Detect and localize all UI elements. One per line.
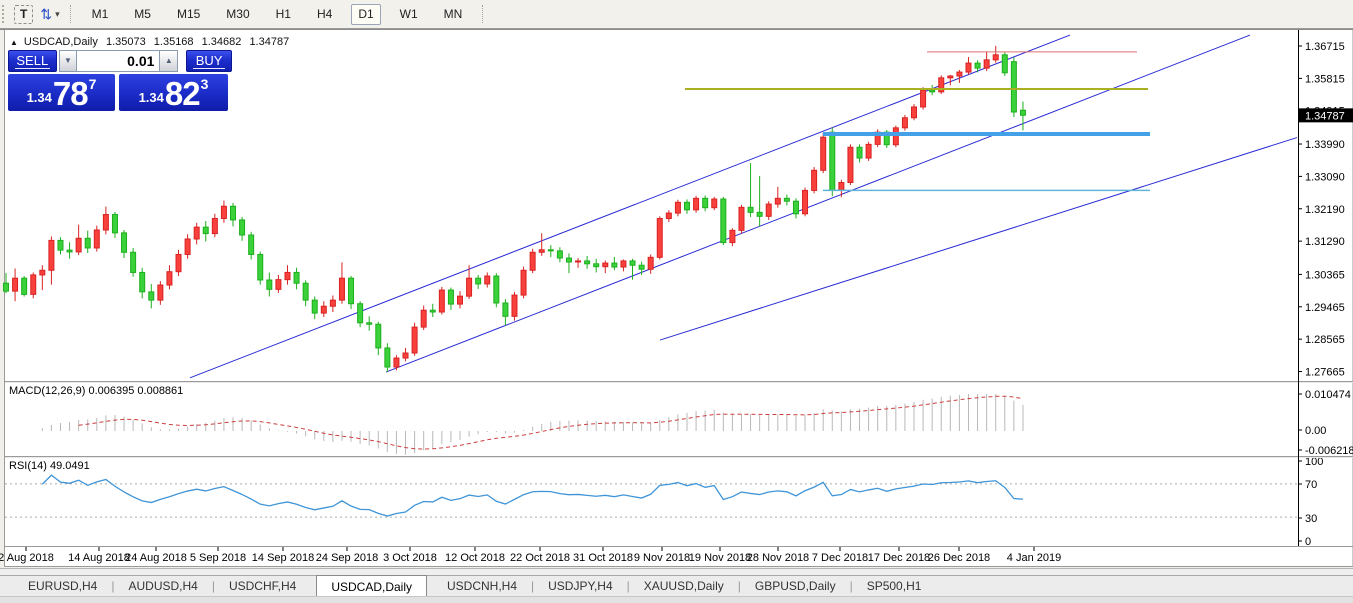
quote-high: 1.35168 [153,36,194,48]
svg-text:1.32190: 1.32190 [1305,204,1345,216]
tab-usdcnh-h4[interactable]: USDCNH,H4 [433,576,531,597]
tab-sp500-h1[interactable]: SP500,H1 [853,576,936,597]
tab-usdcad-daily[interactable]: USDCAD,Daily [316,575,427,597]
svg-text:24 Aug 2018: 24 Aug 2018 [125,552,187,564]
svg-text:1.35815: 1.35815 [1305,73,1345,85]
svg-text:22 Oct 2018: 22 Oct 2018 [510,552,570,564]
buy-price-prefix: 1.34 [138,90,164,105]
svg-text:1.33090: 1.33090 [1305,171,1345,183]
svg-text:1.34787: 1.34787 [1305,110,1345,122]
timeframe-m5-button[interactable]: M5 [127,4,158,25]
sell-price-prefix: 1.34 [26,90,52,105]
sell-price-display[interactable]: 1.34 78 7 [8,74,115,111]
chart-tabs: EURUSD,H4 | AUDUSD,H4 | USDCHF,H4 USDCAD,Dail… [0,575,1353,597]
svg-text:14 Sep 2018: 14 Sep 2018 [252,552,314,564]
top-toolbar: T ⇅ ▾ M1 M5 M15 M30 H1 H4 D1 W1 MN [0,0,1353,29]
timeframe-m30-button[interactable]: M30 [219,4,256,25]
symbol-title: USDCAD,Daily [23,36,98,48]
macd-header: MACD(12,26,9) 0.006395 0.008861 [9,385,183,397]
svg-text:1.33990: 1.33990 [1305,139,1345,151]
buy-price-big: 82 [164,75,201,112]
timeframe-h4-button[interactable]: H4 [310,4,339,25]
svg-text:9 Nov 2018: 9 Nov 2018 [634,552,690,564]
svg-text:1.31290: 1.31290 [1305,236,1345,248]
tab-audusd-h4[interactable]: AUDUSD,H4 [114,576,211,597]
buy-price-pip: 3 [200,76,209,92]
timeframe-w1-button[interactable]: W1 [393,4,425,25]
sell-price-pip: 7 [88,76,97,92]
svg-text:30: 30 [1305,513,1317,525]
timeframe-h1-button[interactable]: H1 [269,4,298,25]
volume-up-button[interactable]: ▲ [159,50,179,72]
svg-text:1.29465: 1.29465 [1305,302,1345,314]
tab-usdjpy-h4[interactable]: USDJPY,H4 [534,576,626,597]
collapse-triangle-icon[interactable]: ▲ [10,38,18,47]
svg-text:24 Sep 2018: 24 Sep 2018 [316,552,378,564]
svg-text:1.30365: 1.30365 [1305,269,1345,281]
rsi-header: RSI(14) 49.0491 [9,460,90,472]
tab-usdchf-h4[interactable]: USDCHF,H4 [215,576,310,597]
svg-text:14 Aug 2018: 14 Aug 2018 [68,552,130,564]
dropdown-caret-icon[interactable]: ▾ [55,9,60,20]
toolbar-grip-icon[interactable] [2,5,9,23]
svg-text:12 Oct 2018: 12 Oct 2018 [445,552,505,564]
svg-text:17 Dec 2018: 17 Dec 2018 [868,552,930,564]
svg-text:28 Nov 2018: 28 Nov 2018 [747,552,809,564]
svg-text:26 Dec 2018: 26 Dec 2018 [928,552,990,564]
svg-text:4 Jan 2019: 4 Jan 2019 [1007,552,1061,564]
buy-price-display[interactable]: 1.34 82 3 [119,74,228,111]
svg-text:1.28565: 1.28565 [1305,334,1345,346]
svg-text:3 Oct 2018: 3 Oct 2018 [383,552,437,564]
buy-button[interactable]: BUY [186,50,232,72]
volume-input[interactable] [77,50,160,72]
quote-open: 1.35073 [105,36,146,48]
tab-gbpusd-daily[interactable]: GBPUSD,Daily [741,576,850,597]
timeframe-mn-button[interactable]: MN [437,4,470,25]
quote-bar: ▲ USDCAD,Daily 1.35073 1.35168 1.34682 1.… [10,36,289,48]
tab-xauusd-daily[interactable]: XAUUSD,Daily [630,576,738,597]
svg-text:19 Nov 2018: 19 Nov 2018 [689,552,751,564]
svg-text:5 Sep 2018: 5 Sep 2018 [190,552,246,564]
tab-eurusd-h4[interactable]: EURUSD,H4 [14,576,111,597]
svg-text:1.27665: 1.27665 [1305,367,1345,379]
svg-text:31 Oct 2018: 31 Oct 2018 [573,552,633,564]
quote-close: 1.34787 [249,36,290,48]
toolbar-separator [482,5,484,23]
quote-low: 1.34682 [201,36,242,48]
timeframe-group: M1 M5 M15 M30 H1 H4 D1 W1 MN [79,3,476,25]
sell-price-big: 78 [52,75,89,112]
timeframe-d1-button[interactable]: D1 [351,3,381,25]
svg-text:0.00: 0.00 [1305,425,1326,437]
svg-text:7 Dec 2018: 7 Dec 2018 [812,552,868,564]
sell-button[interactable]: SELL [8,50,57,72]
cycle-arrows-icon[interactable]: ⇅ [34,4,54,25]
svg-text:0.010474: 0.010474 [1305,389,1351,401]
toolbar-separator [69,5,72,23]
volume-down-button[interactable]: ▼ [58,50,78,72]
timeframe-m1-button[interactable]: M1 [85,4,116,25]
svg-text:2 Aug 2018: 2 Aug 2018 [0,552,54,564]
timeframe-m15-button[interactable]: M15 [170,4,207,25]
svg-text:70: 70 [1305,479,1317,491]
svg-text:1.36715: 1.36715 [1305,41,1345,53]
one-click-trade-panel: SELL ▼ ▲ BUY 1.34 78 7 1.34 82 3 [8,50,232,111]
text-tool-button[interactable]: T [14,4,34,24]
